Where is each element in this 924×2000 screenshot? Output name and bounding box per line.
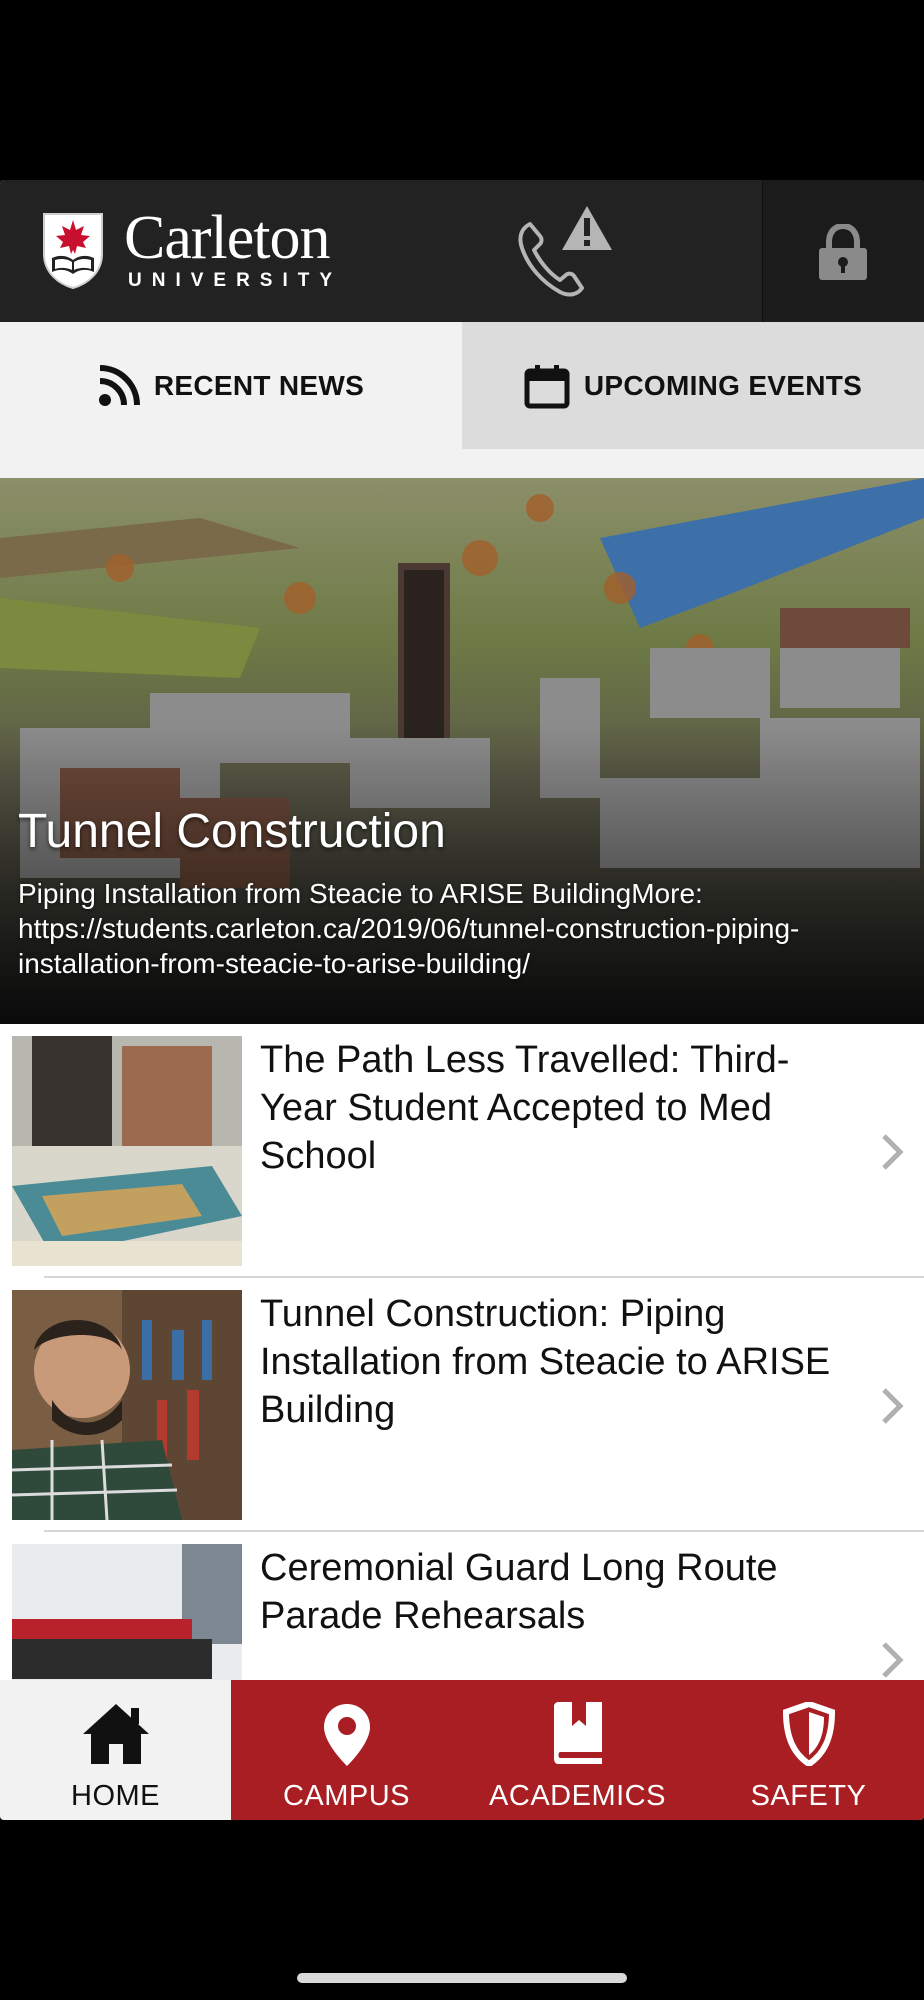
tab-upcoming-events[interactable]: UPCOMING EVENTS (462, 322, 924, 449)
news-thumbnail (12, 1290, 242, 1520)
nav-safety[interactable]: SAFETY (693, 1680, 924, 1820)
emergency-call-button[interactable] (512, 202, 616, 300)
nav-safety-label: SAFETY (750, 1780, 867, 1812)
login-button[interactable] (762, 180, 924, 322)
chevron-right-icon (882, 1134, 904, 1170)
news-title: Tunnel Construction: Piping Installation… (260, 1293, 831, 1431)
nav-home-label: HOME (71, 1780, 160, 1812)
bottom-nav: HOME CAMPUS ACADEMICS SAFETY (0, 1680, 924, 1820)
news-title: The Path Less Travelled: Third-Year Stud… (260, 1039, 790, 1177)
featured-story[interactable]: Tunnel Construction Piping Installation … (0, 478, 924, 1024)
news-item[interactable]: Ceremonial Guard Long Route Parade Rehea… (0, 1532, 924, 1680)
nav-academics[interactable]: ACADEMICS (462, 1680, 693, 1820)
tab-upcoming-events-label: UPCOMING EVENTS (583, 369, 863, 401)
news-thumbnail (12, 1036, 242, 1266)
app-screen: Carleton UNIVERSITY RECENT NEWS UPCOMING… (0, 180, 924, 1820)
brand-subtitle: UNIVERSITY (128, 270, 343, 291)
nav-campus-label: CAMPUS (282, 1780, 411, 1812)
rss-icon (98, 364, 140, 406)
book-icon (553, 1702, 602, 1764)
news-thumbnail (12, 1544, 242, 1680)
shield-icon (782, 1702, 835, 1766)
tab-recent-news[interactable]: RECENT NEWS (0, 322, 462, 449)
brand-name: Carleton (124, 204, 330, 272)
top-bar: Carleton UNIVERSITY (0, 180, 924, 322)
news-list: The Path Less Travelled: Third-Year Stud… (0, 1024, 924, 1680)
nav-campus[interactable]: CAMPUS (231, 1680, 462, 1820)
chevron-right-icon (882, 1388, 904, 1424)
news-title: Ceremonial Guard Long Route Parade Rehea… (260, 1547, 778, 1637)
featured-title: Tunnel Construction (18, 805, 446, 858)
home-indicator[interactable] (297, 1973, 627, 1983)
lock-icon (819, 224, 867, 280)
chevron-right-icon (882, 1642, 904, 1678)
content-tabs: RECENT NEWS UPCOMING EVENTS (0, 322, 924, 449)
nav-academics-label: ACADEMICS (489, 1780, 666, 1812)
tab-recent-news-label: RECENT NEWS (153, 369, 365, 401)
crest-icon (43, 213, 103, 290)
map-pin-icon (323, 1704, 370, 1766)
featured-description: Piping Installation from Steacie to ARIS… (18, 878, 800, 979)
news-item[interactable]: Tunnel Construction: Piping Installation… (0, 1278, 924, 1532)
home-icon (82, 1704, 149, 1764)
nav-home[interactable]: HOME (0, 1680, 231, 1820)
phone-alert-icon (518, 206, 612, 297)
news-item[interactable]: The Path Less Travelled: Third-Year Stud… (0, 1024, 924, 1278)
carleton-logo[interactable]: Carleton UNIVERSITY (40, 206, 360, 294)
calendar-icon (524, 364, 570, 408)
